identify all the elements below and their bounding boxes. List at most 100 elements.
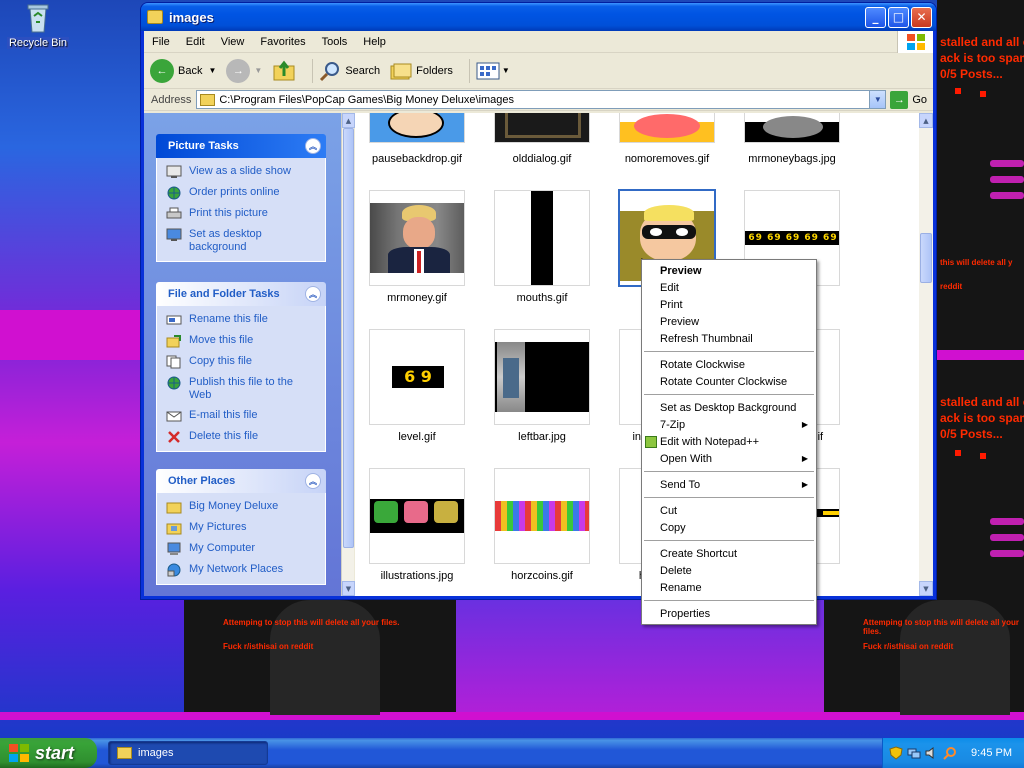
folder-up-icon: [273, 60, 295, 80]
volume-icon[interactable]: [925, 746, 939, 760]
task-set-background[interactable]: Set as desktop background: [166, 228, 316, 254]
task-order-prints[interactable]: Order prints online: [166, 186, 316, 200]
file-name[interactable]: level.gif: [357, 431, 477, 443]
folders-button[interactable]: Folders: [390, 61, 453, 81]
scroll-down-icon[interactable]: ▼: [342, 581, 355, 596]
file-name[interactable]: mrmoneybags.jpg: [732, 153, 852, 165]
ctx-edit-notepadpp[interactable]: Edit with Notepad++: [642, 433, 816, 450]
place-my-pictures[interactable]: My Pictures: [166, 521, 316, 535]
file-name[interactable]: illustrations.jpg: [357, 570, 477, 582]
pink-bar: [990, 550, 1024, 557]
file-name[interactable]: nomoremoves.gif: [607, 153, 727, 165]
file-thumbnail-olddialog[interactable]: [494, 113, 590, 143]
forward-dropdown-icon[interactable]: ▼: [254, 66, 262, 75]
file-name[interactable]: pausebackdrop.gif: [357, 153, 477, 165]
menu-file[interactable]: File: [144, 36, 178, 48]
file-name[interactable]: horzcoins.gif: [482, 570, 602, 582]
task-publish[interactable]: Publish this file to the Web: [166, 376, 316, 402]
picture-tasks-header[interactable]: Picture Tasks ︽: [156, 134, 326, 158]
network-icon[interactable]: [907, 746, 921, 760]
scroll-up-icon[interactable]: ▲: [919, 113, 933, 128]
file-name[interactable]: mrmoney.gif: [357, 292, 477, 304]
go-button[interactable]: → Go: [890, 90, 927, 109]
menu-edit[interactable]: Edit: [178, 36, 213, 48]
taskbar-window-images[interactable]: images: [108, 741, 268, 765]
search-icon[interactable]: [943, 746, 957, 760]
task-slideshow[interactable]: View as a slide show: [166, 165, 316, 179]
file-thumbnail-horzcoins[interactable]: [494, 468, 590, 564]
search-button[interactable]: Search: [319, 60, 380, 82]
file-folder-tasks-header[interactable]: File and Folder Tasks ︽: [156, 282, 326, 306]
task-delete[interactable]: Delete this file: [166, 430, 316, 444]
ctx-set-desktop-background[interactable]: Set as Desktop Background: [642, 399, 816, 416]
other-places-header[interactable]: Other Places ︽: [156, 469, 326, 493]
ctx-open-with[interactable]: Open With ▶: [642, 450, 816, 467]
place-big-money-deluxe[interactable]: Big Money Deluxe: [166, 500, 316, 514]
ctx-copy[interactable]: Copy: [642, 519, 816, 536]
menu-separator: [644, 394, 814, 395]
place-my-computer[interactable]: My Computer: [166, 542, 316, 556]
file-name[interactable]: mouths.gif: [482, 292, 602, 304]
task-email[interactable]: E-mail this file: [166, 409, 316, 423]
clock[interactable]: 9:45 PM: [971, 747, 1012, 759]
up-button[interactable]: [272, 60, 296, 82]
menu-help[interactable]: Help: [355, 36, 394, 48]
file-thumbnail-leftbar[interactable]: [494, 329, 590, 425]
security-shield-icon[interactable]: [889, 746, 903, 760]
recycle-bin-shortcut[interactable]: Recycle Bin: [6, 2, 70, 49]
scrollbar-thumb[interactable]: [920, 233, 932, 283]
task-copy[interactable]: Copy this file: [166, 355, 316, 369]
file-thumbnail-pausebackdrop[interactable]: [369, 113, 465, 143]
red-eye: [980, 91, 986, 97]
collapse-chevron-icon[interactable]: ︽: [305, 473, 321, 489]
file-thumbnail-mrmoneybags[interactable]: [744, 113, 840, 143]
file-thumbnail-mrmoney[interactable]: [369, 190, 465, 286]
minimize-button[interactable]: _: [865, 6, 886, 28]
task-move[interactable]: Move this file: [166, 334, 316, 348]
maximize-button[interactable]: □: [888, 6, 909, 28]
back-button[interactable]: ← Back ▼: [150, 58, 216, 83]
address-input[interactable]: C:\Program Files\PopCap Games\Big Money …: [196, 90, 887, 109]
ctx-preview[interactable]: Preview: [642, 313, 816, 330]
file-list-scrollbar[interactable]: ▲ ▼: [919, 113, 933, 596]
menu-view[interactable]: View: [213, 36, 253, 48]
submenu-arrow-icon: ▶: [801, 480, 808, 489]
ctx-print[interactable]: Print: [642, 296, 816, 313]
menu-tools[interactable]: Tools: [314, 36, 356, 48]
task-rename[interactable]: Rename this file: [166, 313, 316, 327]
task-print[interactable]: Print this picture: [166, 207, 316, 221]
title-bar[interactable]: images _ □ ✕: [141, 3, 936, 31]
scrollbar-thumb[interactable]: [343, 128, 354, 548]
ctx-properties[interactable]: Properties: [642, 605, 816, 622]
address-bar: Address C:\Program Files\PopCap Games\Bi…: [144, 89, 933, 111]
ctx-create-shortcut[interactable]: Create Shortcut: [642, 545, 816, 562]
ctx-rename[interactable]: Rename: [642, 579, 816, 596]
ctx-send-to[interactable]: Send To ▶: [642, 476, 816, 493]
ctx-cut[interactable]: Cut: [642, 502, 816, 519]
file-thumbnail-mouths[interactable]: [494, 190, 590, 286]
ctx-preview-default[interactable]: Preview: [642, 262, 816, 279]
views-button[interactable]: ▼: [476, 62, 510, 80]
collapse-chevron-icon[interactable]: ︽: [305, 286, 321, 302]
task-pane-scrollbar[interactable]: ▲ ▼: [341, 113, 355, 596]
back-dropdown-icon[interactable]: ▼: [208, 66, 216, 75]
collapse-chevron-icon[interactable]: ︽: [305, 138, 321, 154]
ctx-rotate-counter-clockwise[interactable]: Rotate Counter Clockwise: [642, 373, 816, 390]
scroll-up-icon[interactable]: ▲: [342, 113, 355, 128]
ctx-rotate-clockwise[interactable]: Rotate Clockwise: [642, 356, 816, 373]
forward-button[interactable]: → ▼: [226, 58, 262, 83]
ctx-7zip[interactable]: 7-Zip ▶: [642, 416, 816, 433]
address-dropdown-icon[interactable]: ▼: [869, 91, 886, 108]
file-name[interactable]: olddialog.gif: [482, 153, 602, 165]
scroll-down-icon[interactable]: ▼: [919, 581, 933, 596]
ctx-edit[interactable]: Edit: [642, 279, 816, 296]
ctx-delete[interactable]: Delete: [642, 562, 816, 579]
menu-favorites[interactable]: Favorites: [252, 36, 313, 48]
close-button[interactable]: ✕: [911, 6, 932, 28]
place-my-network[interactable]: My Network Places: [166, 563, 316, 577]
file-thumbnail-illustrations[interactable]: [369, 468, 465, 564]
file-thumbnail-nomoremoves[interactable]: [619, 113, 715, 143]
ctx-refresh-thumbnail[interactable]: Refresh Thumbnail: [642, 330, 816, 347]
start-button[interactable]: start: [0, 738, 97, 768]
file-thumbnail-level[interactable]: 6 9: [369, 329, 465, 425]
